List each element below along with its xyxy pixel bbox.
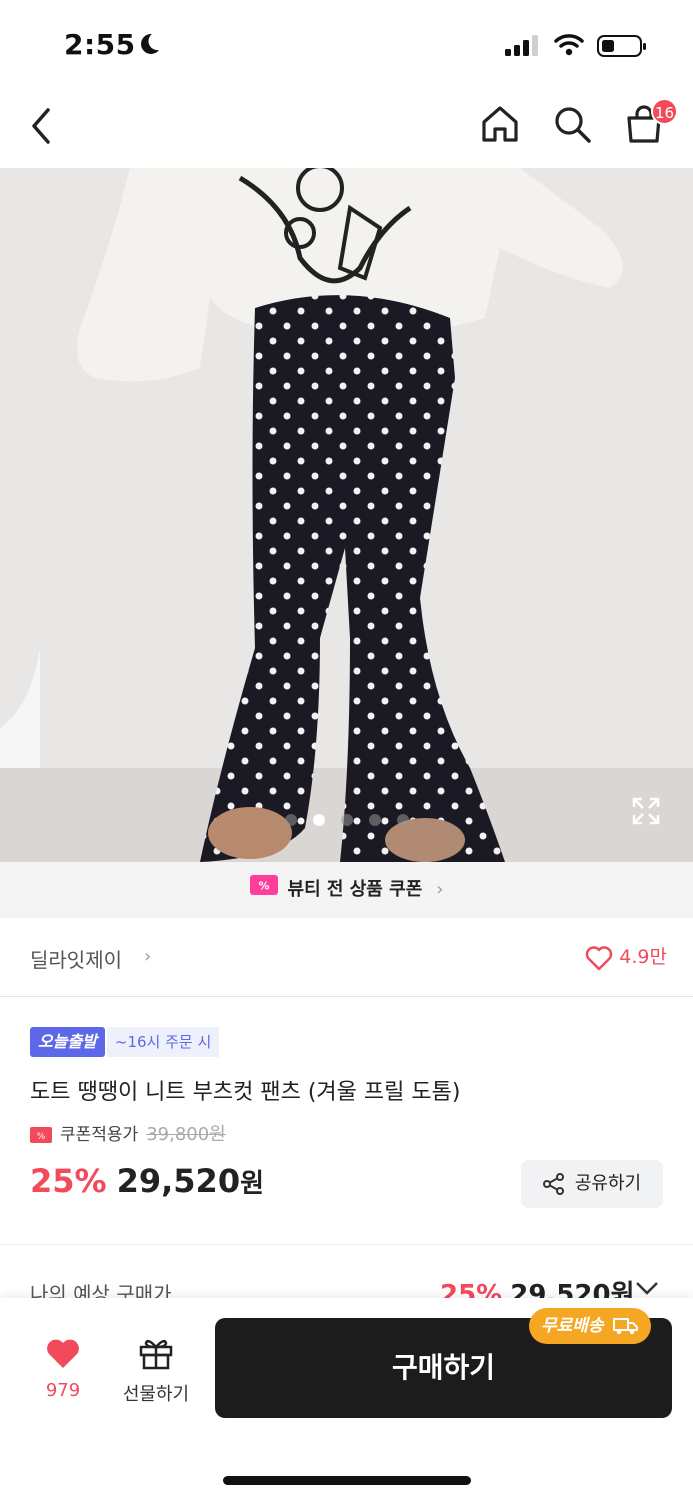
shop-name-link[interactable]: 딜라잇제이 <box>30 944 122 973</box>
svg-text:%: % <box>37 1132 46 1142</box>
estimated-price-row[interactable]: 나의 예상 구매가 25% 29,520원 <box>0 1274 693 1298</box>
shop-like-count: 4.9만 <box>619 946 667 968</box>
home-indicator <box>223 1476 471 1485</box>
share-button[interactable]: 공유하기 <box>521 1160 663 1208</box>
truck-icon <box>613 1318 639 1335</box>
wifi-icon <box>554 33 584 61</box>
share-icon <box>542 1173 564 1195</box>
svg-text:%: % <box>258 880 269 893</box>
coupon-icon: % <box>249 862 278 918</box>
chevron-down-icon[interactable] <box>634 1280 660 1298</box>
cart-count-badge: 16 <box>651 98 678 125</box>
moon-icon <box>137 32 161 60</box>
heart-filled-icon <box>47 1339 79 1368</box>
free-shipping-label: 무료배송 <box>541 1316 604 1336</box>
product-title: 도트 땡땡이 니트 부츠컷 팬츠 (겨울 프릴 도톰) <box>30 1080 461 1105</box>
chevron-right-icon: › <box>436 879 444 900</box>
coupon-label: 쿠폰적용가 <box>60 1125 139 1145</box>
back-icon[interactable] <box>26 104 62 144</box>
carousel-dot[interactable] <box>368 814 381 826</box>
status-bar: 2:55 <box>0 0 693 90</box>
signal-icon <box>505 34 541 60</box>
estimated-discount: 25% <box>440 1280 503 1298</box>
original-price: 39,800원 <box>146 1124 226 1145</box>
estimated-price-label: 나의 예상 구매가 <box>30 1282 172 1298</box>
estimated-price-value: 25% 29,520원 <box>440 1274 635 1298</box>
battery-icon <box>597 34 647 62</box>
sale-price: 25% 29,520원 <box>30 1162 264 1200</box>
carousel-dot[interactable] <box>340 814 353 826</box>
shop-like-button[interactable]: 4.9만 <box>585 942 667 971</box>
status-time: 2:55 <box>64 28 136 61</box>
section-divider <box>0 1244 693 1245</box>
product-photo <box>0 168 693 862</box>
coupon-banner-text: 뷰티 전 상품 쿠폰 <box>287 879 423 900</box>
wishlist-count: 979 <box>45 1380 81 1401</box>
search-icon[interactable] <box>550 102 594 150</box>
bottom-action-bar: 979 선물하기 구매하기 무료배송 <box>0 1298 693 1500</box>
estimated-price: 29,520원 <box>510 1280 635 1298</box>
coupon-icon: % <box>30 1127 52 1143</box>
home-icon[interactable] <box>478 102 522 150</box>
gift-label: 선물하기 <box>122 1384 190 1405</box>
top-nav: 16 <box>0 90 693 168</box>
coupon-banner[interactable]: % 뷰티 전 상품 쿠폰 › <box>0 862 693 918</box>
carousel-indicator <box>0 811 693 830</box>
share-label: 공유하기 <box>574 1173 642 1194</box>
product-tags: 오늘출발 ~16시 주문 시 <box>30 1027 220 1057</box>
shop-row: 딜라잇제이 › 4.9만 <box>0 918 693 997</box>
coupon-price-line: % 쿠폰적용가 39,800원 <box>30 1120 226 1146</box>
carousel-dot-active[interactable] <box>312 814 325 826</box>
discount-rate: 25% <box>30 1162 107 1200</box>
product-image-carousel[interactable] <box>0 168 693 862</box>
chevron-right-icon: › <box>144 946 152 967</box>
price-currency: 원 <box>240 1169 264 1199</box>
order-cutoff-tag: ~16시 주문 시 <box>106 1027 220 1057</box>
expand-icon[interactable] <box>631 796 661 830</box>
heart-outline-icon <box>586 945 613 970</box>
today-shipping-tag: 오늘출발 <box>30 1027 105 1057</box>
wishlist-button[interactable]: 979 <box>30 1338 96 1401</box>
gift-button[interactable]: 선물하기 <box>114 1336 198 1406</box>
free-shipping-badge: 무료배송 <box>529 1308 652 1344</box>
carousel-dot[interactable] <box>284 814 297 826</box>
price-value: 29,520 <box>116 1162 241 1200</box>
gift-icon <box>139 1339 173 1370</box>
carousel-dot[interactable] <box>396 814 409 826</box>
